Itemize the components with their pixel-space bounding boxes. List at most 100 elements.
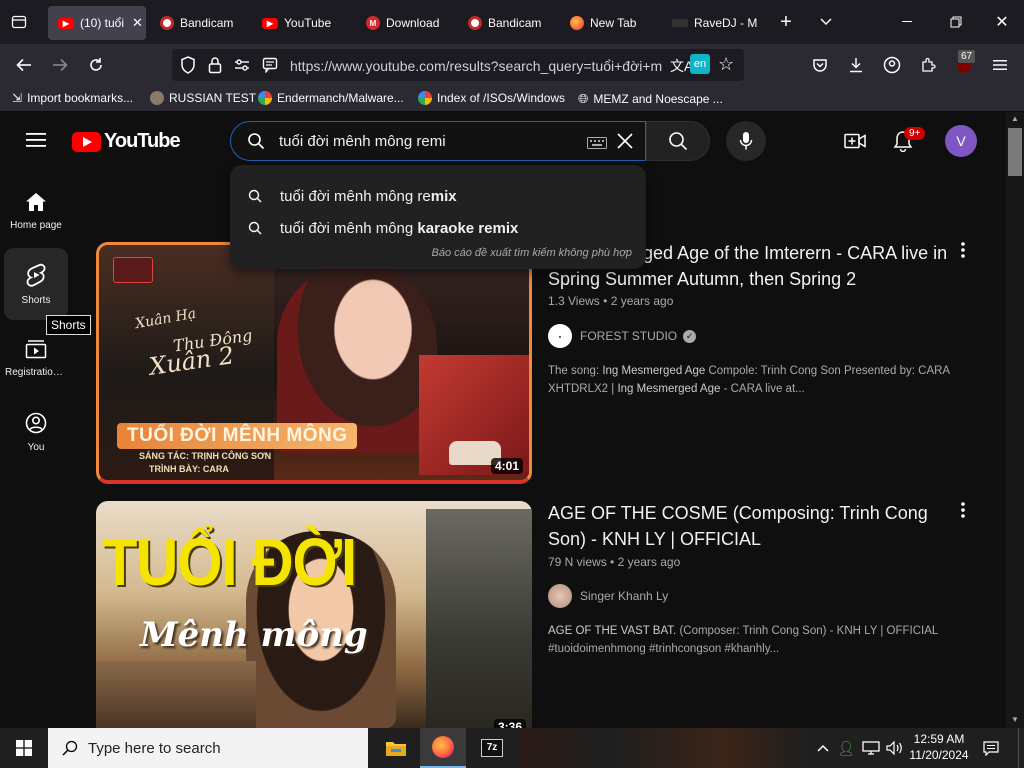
bookmark-russian-test[interactable]: RUSSIAN TEST xyxy=(150,91,256,105)
description-highlight: Ing Mesmerged Age xyxy=(617,383,721,395)
tab-download[interactable]: M Download xyxy=(356,6,452,40)
close-window-icon[interactable]: ✕ xyxy=(990,10,1014,34)
bandicam-icon xyxy=(468,16,482,30)
chevron-up-icon[interactable] xyxy=(814,738,832,758)
sidebar-item-subscriptions[interactable]: Registration ... xyxy=(4,322,68,394)
bookmark-label: MEMZ and Noescape ... xyxy=(593,92,723,106)
search-input[interactable]: tuổi đời mênh mông remi xyxy=(279,133,446,150)
create-video-icon[interactable] xyxy=(842,128,868,154)
notification-center-icon[interactable] xyxy=(980,738,1002,758)
guide-menu-icon[interactable] xyxy=(24,128,48,152)
clock[interactable]: 12:59 AM 11/20/2024 xyxy=(906,731,972,763)
suggestion-item[interactable]: tuổi đời mênh mông remix xyxy=(230,181,646,211)
suggestion-completion: karaoke remix xyxy=(417,219,519,237)
more-options-icon[interactable] xyxy=(952,498,974,522)
avatar-icon xyxy=(150,91,164,105)
channel-logo-stamp xyxy=(113,257,153,283)
view-count: 1.3 Views xyxy=(548,294,600,308)
more-options-icon[interactable] xyxy=(952,238,974,262)
volume-icon[interactable] xyxy=(884,738,906,758)
chevron-down-icon[interactable] xyxy=(814,10,838,34)
youtube-logo[interactable]: YouTube xyxy=(72,130,181,153)
video-thumbnail[interactable]: Xuân Hạ Thu Đông Xuân 2 TUỔI ĐỜI MÊNH MÔ… xyxy=(96,242,532,484)
firefox-icon[interactable] xyxy=(420,728,466,768)
channel-link[interactable]: ● FOREST STUDIO ✓ xyxy=(548,324,697,348)
network-icon[interactable] xyxy=(860,738,882,758)
video-title[interactable]: AGE OF THE COSME (Composing: Trinh Cong … xyxy=(548,500,948,552)
bookmark-endermanch[interactable]: Endermanch/Malware... xyxy=(258,91,404,105)
tab-bandicam[interactable]: Bandicam xyxy=(150,6,242,40)
scrollbar-thumb[interactable] xyxy=(1008,128,1022,176)
verified-icon: ✓ xyxy=(683,329,697,343)
permissions-icon[interactable] xyxy=(234,58,250,77)
7zip-icon[interactable]: 7z xyxy=(470,728,514,768)
sidebar-item-label: Shorts xyxy=(21,294,51,306)
forward-icon[interactable] xyxy=(48,53,72,77)
channel-avatar[interactable] xyxy=(548,584,572,608)
user-people-icon[interactable]: 👤︎ xyxy=(836,738,856,758)
suggestion-prefix: tuổi đời mênh mông xyxy=(280,219,418,237)
google-icon xyxy=(418,91,432,105)
sidebar-item-home[interactable]: Home page xyxy=(4,175,68,247)
show-desktop-button[interactable] xyxy=(1018,728,1024,768)
channel-name[interactable]: Singer Khanh Ly xyxy=(580,589,668,603)
new-tab-icon[interactable]: + xyxy=(774,10,798,34)
search-button[interactable] xyxy=(646,121,710,161)
taskbar-search[interactable]: Type here to search xyxy=(48,728,368,768)
video-duration: 4:01 xyxy=(490,458,523,474)
lock-icon[interactable] xyxy=(208,56,222,79)
sidebar-item-label: Home page xyxy=(10,219,62,231)
search-icon xyxy=(248,221,262,235)
tab-youtube-search[interactable]: ▶ (10) tuổi ✕ xyxy=(48,6,146,40)
avatar[interactable]: V xyxy=(945,125,977,157)
bookmark-isos[interactable]: Index of /ISOs/Windows xyxy=(418,91,565,105)
keyboard-icon[interactable] xyxy=(587,136,607,154)
downloads-icon[interactable] xyxy=(844,53,868,77)
minimize-icon[interactable] xyxy=(896,10,920,34)
sidebar-item-shorts[interactable]: Shorts xyxy=(4,248,68,320)
suggestion-item[interactable]: tuổi đời mênh mông karaoke remix xyxy=(230,213,646,243)
windows-start-icon[interactable] xyxy=(0,728,48,768)
tab-bandicam-2[interactable]: Bandicam xyxy=(458,6,550,40)
shield-icon[interactable] xyxy=(180,56,196,79)
notification-count-badge: 9+ xyxy=(904,127,926,140)
tab-new-tab[interactable]: New Tab xyxy=(560,6,656,40)
channel-link[interactable]: Singer Khanh Ly xyxy=(548,584,668,608)
video-description: The song: Ing Mesmerged Age Compole: Tri… xyxy=(548,362,968,398)
reader-view-icon[interactable] xyxy=(262,57,278,78)
tab-youtube[interactable]: ▶ YouTube xyxy=(252,6,344,40)
sidebar-item-label: You xyxy=(27,441,45,453)
close-tab-icon[interactable]: ✕ xyxy=(132,15,143,31)
video-thumbnail[interactable]: TUỔI ĐỜI Mênh mông 3:36 xyxy=(96,501,532,728)
account-icon[interactable] xyxy=(880,53,904,77)
search-box[interactable]: tuổi đời mênh mông remi xyxy=(230,121,646,161)
upload-age: 2 years ago xyxy=(617,555,681,569)
translate-badge[interactable]: en xyxy=(690,54,710,74)
sidebar-item-you[interactable]: You xyxy=(4,396,68,468)
thumbnail-portrait-man xyxy=(426,509,532,728)
voice-search-button[interactable] xyxy=(726,121,766,161)
bookmark-memz[interactable]: 🌐︎ MEMZ and Noescape ... xyxy=(578,91,723,107)
page-scrollbar[interactable]: ▲ ▼ xyxy=(1006,112,1024,728)
restore-icon[interactable] xyxy=(944,10,968,34)
url-text[interactable]: https://www.youtube.com/results?search_q… xyxy=(290,58,666,74)
back-icon[interactable] xyxy=(12,53,36,77)
scroll-down-arrow[interactable]: ▼ xyxy=(1011,715,1019,724)
reload-icon[interactable] xyxy=(84,53,108,77)
tab-list-icon[interactable] xyxy=(8,12,30,32)
star-icon[interactable]: ☆ xyxy=(718,54,734,75)
report-suggestions-link[interactable]: Báo cáo đề xuất tìm kiếm không phù hợp xyxy=(432,247,633,259)
scroll-up-arrow[interactable]: ▲ xyxy=(1011,114,1019,123)
bookmark-import[interactable]: ⇲ Import bookmarks... xyxy=(12,91,133,105)
channel-avatar[interactable]: ● xyxy=(548,324,572,348)
channel-name[interactable]: FOREST STUDIO xyxy=(580,329,677,343)
clear-search-icon[interactable] xyxy=(615,131,635,156)
tab-label: New Tab xyxy=(590,16,637,30)
url-bar[interactable]: https://www.youtube.com/results?search_q… xyxy=(172,49,744,81)
tab-ravedj[interactable]: RaveDJ - M xyxy=(662,6,758,40)
taskbar-search-placeholder[interactable]: Type here to search xyxy=(88,740,221,757)
file-explorer-icon[interactable] xyxy=(374,728,418,768)
extensions-icon[interactable] xyxy=(916,53,940,77)
pocket-icon[interactable] xyxy=(808,53,832,77)
menu-icon[interactable] xyxy=(988,53,1012,77)
